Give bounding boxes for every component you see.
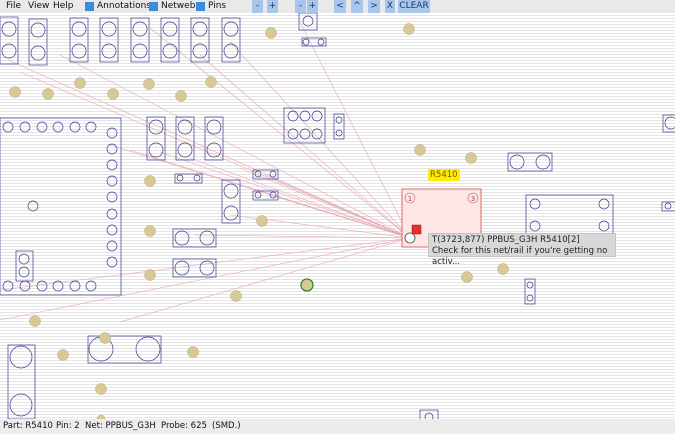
status-bar: Part: R5410 Pin: 2 Net: PPBUS_G3H Probe:…	[0, 419, 675, 434]
annotations-label: Annotations	[97, 1, 152, 11]
pad-number-1: 1	[408, 195, 412, 203]
selected-pin-marker	[411, 224, 422, 235]
pins-checkbox[interactable]	[196, 2, 205, 11]
pins-label: Pins	[208, 1, 227, 11]
status-part: Part: R5410	[3, 421, 53, 431]
pad-number-3: 3	[471, 195, 475, 203]
selected-test-point[interactable]	[300, 278, 314, 292]
prev-button[interactable]: <	[334, 0, 346, 13]
status-probe: Probe: 625	[161, 421, 207, 431]
status-net: Net: PPBUS_G3H	[85, 421, 156, 431]
toolbar: File View Help Annotations Netweb Pins -…	[0, 0, 675, 13]
next-button[interactable]: >	[368, 0, 380, 13]
pin-tooltip: T(3723,877) PPBUS_G3H R5410[2] Check for…	[428, 233, 616, 267]
part-label: R5410	[428, 169, 460, 181]
status-pin: Pin: 2	[56, 421, 80, 431]
layer-out-button[interactable]: -	[295, 0, 306, 13]
netweb-checkbox[interactable]	[149, 2, 158, 11]
tooltip-line-1: T(3723,877) PPBUS_G3H R5410[2]	[432, 235, 580, 245]
tooltip-line-2: Check for this net/rail if you're gettin…	[432, 246, 608, 267]
netweb-label: Netweb	[161, 1, 196, 11]
layer-in-button[interactable]: +	[307, 0, 318, 13]
annotations-checkbox[interactable]	[85, 2, 94, 11]
zoom-out-button[interactable]: -	[252, 0, 263, 13]
menu-file[interactable]: File	[6, 1, 21, 12]
zoom-in-button[interactable]: +	[267, 0, 278, 13]
board-canvas[interactable]: 1 3	[0, 13, 675, 419]
close-button[interactable]: X	[385, 0, 395, 13]
up-button[interactable]: ^	[351, 0, 363, 13]
clear-button[interactable]: CLEAR	[398, 0, 430, 13]
menu-help[interactable]: Help	[53, 1, 74, 12]
menu-view[interactable]: View	[28, 1, 49, 12]
status-type: (SMD.)	[212, 421, 241, 431]
